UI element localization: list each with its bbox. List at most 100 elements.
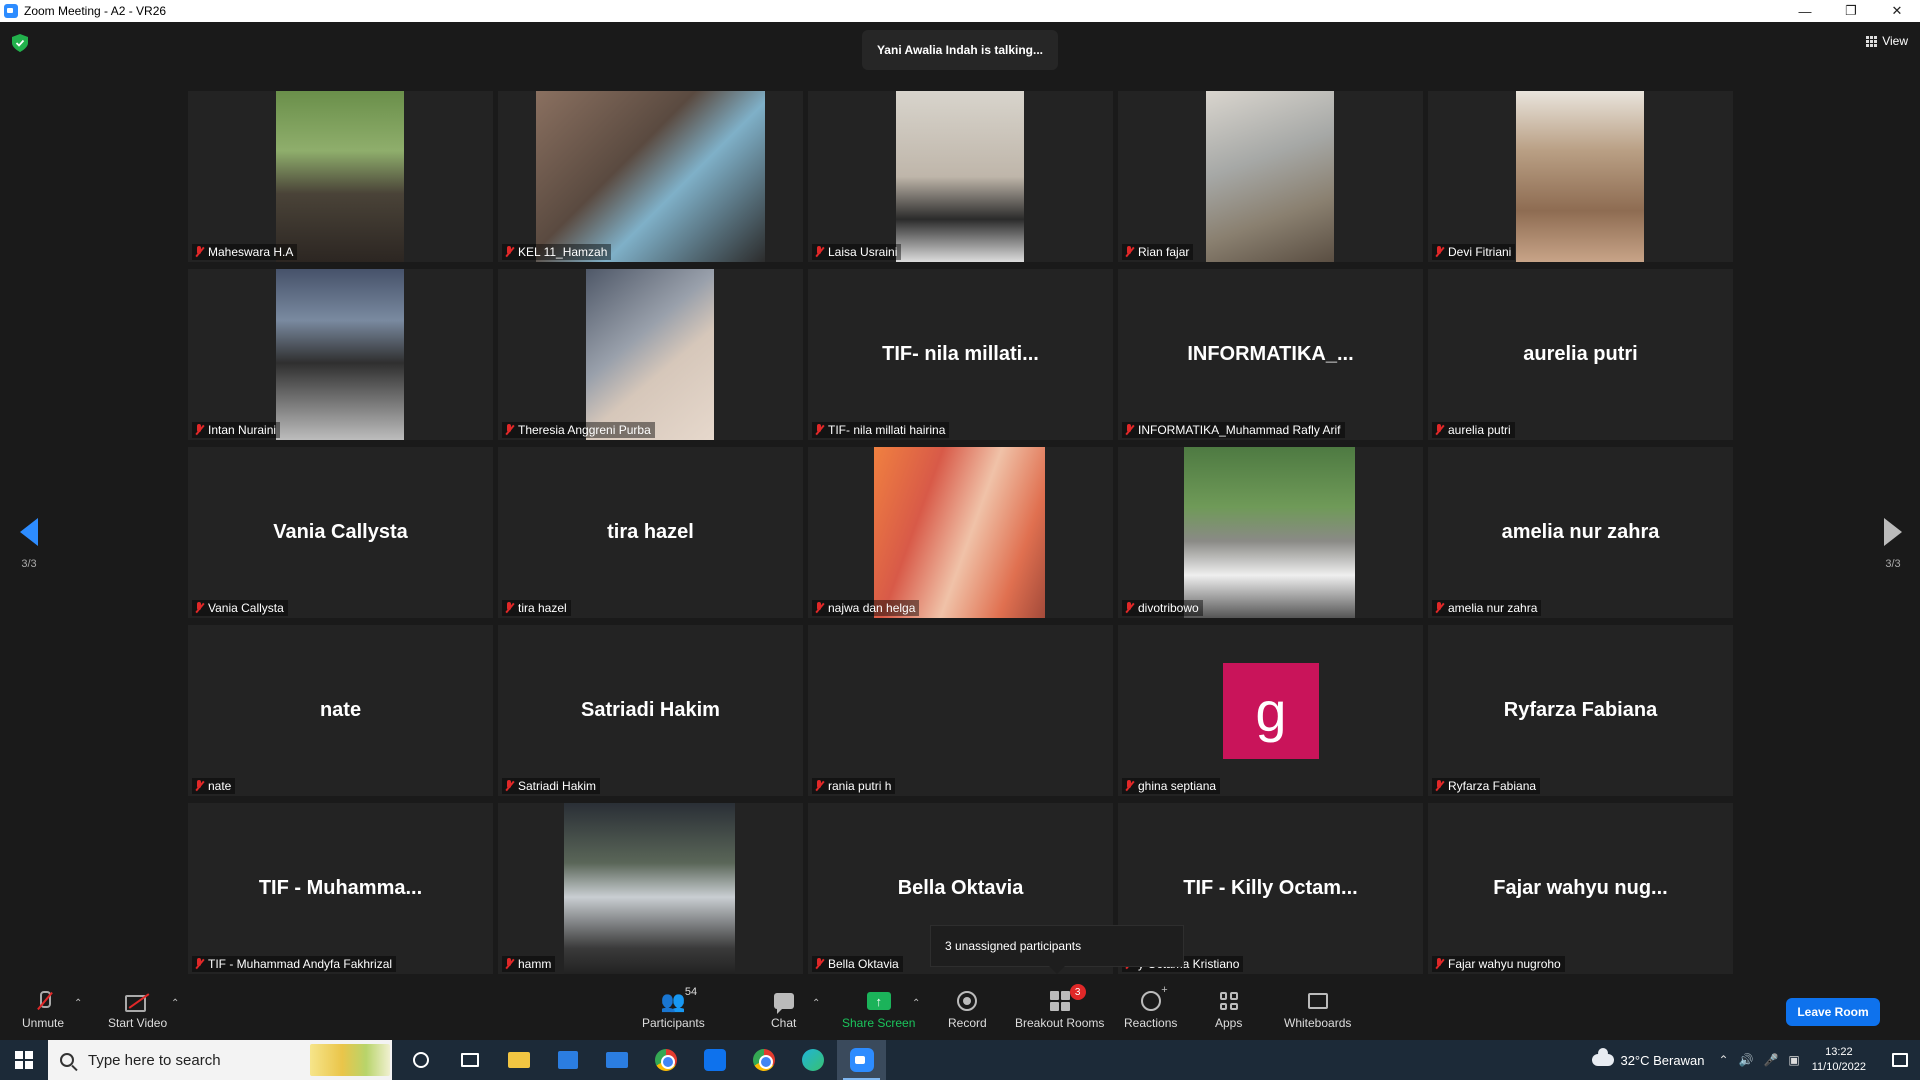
cortana-button[interactable]: [396, 1040, 445, 1080]
participant-tile[interactable]: Theresia Anggreni Purba: [498, 269, 803, 440]
next-page-button[interactable]: 3/3: [1878, 518, 1908, 570]
audio-options-chevron-icon[interactable]: ⌃: [74, 998, 82, 1009]
participant-name-label: TIF- nila millati hairina: [812, 422, 950, 438]
participant-tile[interactable]: rania putri h: [808, 625, 1113, 796]
participant-tile[interactable]: Laisa Usraini: [808, 91, 1113, 262]
apps-button[interactable]: Apps: [1215, 988, 1242, 1030]
participant-tile[interactable]: divotribowo: [1118, 447, 1423, 618]
volume-icon[interactable]: 🔊: [1739, 1053, 1754, 1067]
leave-room-button[interactable]: Leave Room: [1786, 998, 1880, 1026]
participant-name: nate: [208, 779, 232, 793]
participant-tile[interactable]: TIF- nila millati... TIF- nila millati ha…: [808, 269, 1113, 440]
notifications-button[interactable]: [1880, 1040, 1920, 1080]
breakout-rooms-button[interactable]: 3 Breakout Rooms: [1015, 984, 1105, 1030]
breakout-rooms-label: Breakout Rooms: [1015, 1016, 1105, 1030]
participant-name-label: Devi Fitriani: [1432, 244, 1516, 260]
participant-tile[interactable]: Ryfarza Fabiana Ryfarza Fabiana: [1428, 625, 1733, 796]
file-explorer-button[interactable]: [494, 1040, 543, 1080]
participant-display-name: Vania Callysta: [273, 521, 408, 543]
cloud-icon: [1592, 1048, 1615, 1066]
participant-tile[interactable]: tira hazel tira hazel: [498, 447, 803, 618]
microphone-icon[interactable]: 🎤: [1763, 1053, 1778, 1067]
participant-name-label: najwa dan helga: [812, 600, 920, 616]
participants-button[interactable]: 👥 54 Participants: [642, 986, 705, 1030]
task-view-button[interactable]: [445, 1040, 494, 1080]
participant-tile[interactable]: Intan Nuraini: [188, 269, 493, 440]
previous-page-button[interactable]: 3/3: [14, 518, 44, 570]
folder-icon: [507, 1052, 530, 1068]
show-hidden-icons-chevron-icon[interactable]: ⌃: [1718, 1053, 1728, 1067]
weather-widget[interactable]: 32°C Berawan: [1592, 1048, 1704, 1068]
participant-tile[interactable]: TIF - Muhamma... TIF - Muhammad Andyfa Fa…: [188, 803, 493, 974]
search-highlight-image: [310, 1044, 390, 1076]
minimize-button[interactable]: —: [1782, 0, 1828, 22]
unmute-label: Unmute: [22, 1016, 65, 1030]
participant-tile[interactable]: Satriadi Hakim Satriadi Hakim: [498, 625, 803, 796]
whiteboards-button[interactable]: Whiteboards: [1284, 988, 1351, 1030]
participant-tile[interactable]: INFORMATIKA_... INFORMATIKA_Muhammad Rafl…: [1118, 269, 1423, 440]
participant-tile[interactable]: Devi Fitriani: [1428, 91, 1733, 262]
chat-button[interactable]: Chat: [771, 988, 796, 1030]
grid-view-icon: [1866, 35, 1878, 47]
security-shield-icon[interactable]: [12, 34, 28, 52]
view-button[interactable]: View: [1866, 34, 1908, 48]
participant-tile[interactable]: hamm: [498, 803, 803, 974]
teamviewer-button[interactable]: [690, 1040, 739, 1080]
restore-button[interactable]: ❐: [1828, 0, 1874, 22]
search-placeholder: Type here to search: [88, 1051, 221, 1069]
participant-name-label: tira hazel: [502, 600, 571, 616]
start-button[interactable]: [0, 1040, 48, 1080]
participant-tile[interactable]: KEL 11_Hamzah: [498, 91, 803, 262]
participant-display-name: tira hazel: [607, 521, 694, 543]
participant-tile[interactable]: Fajar wahyu nug... Fajar wahyu nugroho: [1428, 803, 1733, 974]
unmute-button[interactable]: Unmute: [22, 988, 64, 1030]
participant-display-name: Ryfarza Fabiana: [1503, 699, 1658, 721]
participant-name: amelia nur zahra: [1448, 601, 1538, 615]
zoom-taskbar-button[interactable]: [837, 1040, 886, 1080]
edge-button[interactable]: [788, 1040, 837, 1080]
network-icon[interactable]: ▣: [1788, 1053, 1799, 1067]
participant-tile[interactable]: Vania Callysta Vania Callysta: [188, 447, 493, 618]
avatar: g: [1223, 663, 1319, 759]
record-button[interactable]: Record: [948, 988, 987, 1030]
participant-tile[interactable]: Rian fajar: [1118, 91, 1423, 262]
participant-display-name: Bella Oktavia: [897, 877, 1024, 899]
participant-tile[interactable]: najwa dan helga: [808, 447, 1113, 618]
whiteboards-label: Whiteboards: [1284, 1016, 1352, 1030]
page-indicator-right: 3/3: [1885, 558, 1901, 570]
participant-tile[interactable]: amelia nur zahra amelia nur zahra: [1428, 447, 1733, 618]
share-screen-button[interactable]: ↑ Share Screen: [842, 988, 915, 1030]
share-options-chevron-icon[interactable]: ⌃: [912, 998, 920, 1009]
start-video-label: Start Video: [108, 1016, 168, 1030]
participant-tile[interactable]: g ghina septiana: [1118, 625, 1423, 796]
zoom-icon: [849, 1048, 874, 1072]
participant-name-label: Laisa Usraini: [812, 244, 902, 260]
microphone-muted-icon: [814, 780, 824, 792]
chrome-button[interactable]: [641, 1040, 690, 1080]
participant-name: Satriadi Hakim: [518, 779, 597, 793]
microphone-muted-icon: [504, 958, 514, 970]
clock-date: 11/10/2022: [1811, 1061, 1866, 1073]
taskbar-search-box[interactable]: Type here to search: [48, 1040, 392, 1080]
participant-tile[interactable]: Maheswara H.A: [188, 91, 493, 262]
meeting-stage: Yani Awalia Indah is talking... View 3/3…: [0, 22, 1920, 980]
chat-options-chevron-icon[interactable]: ⌃: [812, 998, 820, 1009]
close-button[interactable]: ✕: [1874, 0, 1920, 22]
start-video-button[interactable]: Start Video: [108, 988, 167, 1030]
chrome-icon: [654, 1049, 677, 1071]
chrome-profile-button[interactable]: [739, 1040, 788, 1080]
mail-icon: [605, 1052, 628, 1068]
participant-video: [536, 91, 765, 262]
store-button[interactable]: [543, 1040, 592, 1080]
video-options-chevron-icon[interactable]: ⌃: [171, 998, 179, 1009]
taskbar-clock[interactable]: 13:22 11/10/2022: [1812, 1045, 1866, 1075]
participant-name-label: Fajar wahyu nugroho: [1432, 956, 1565, 972]
mail-button[interactable]: [592, 1040, 641, 1080]
participant-name-label: Maheswara H.A: [192, 244, 298, 260]
participant-tile[interactable]: aurelia putri aurelia putri: [1428, 269, 1733, 440]
participant-tile[interactable]: nate nate: [188, 625, 493, 796]
participant-name: INFORMATIKA_Muhammad Rafly Arif: [1138, 423, 1341, 437]
video-grid: Maheswara H.A KEL 11_Hamzah Laisa Usraini R…: [188, 91, 1733, 997]
reactions-button[interactable]: Reactions: [1124, 984, 1177, 1030]
record-label: Record: [948, 1016, 987, 1030]
